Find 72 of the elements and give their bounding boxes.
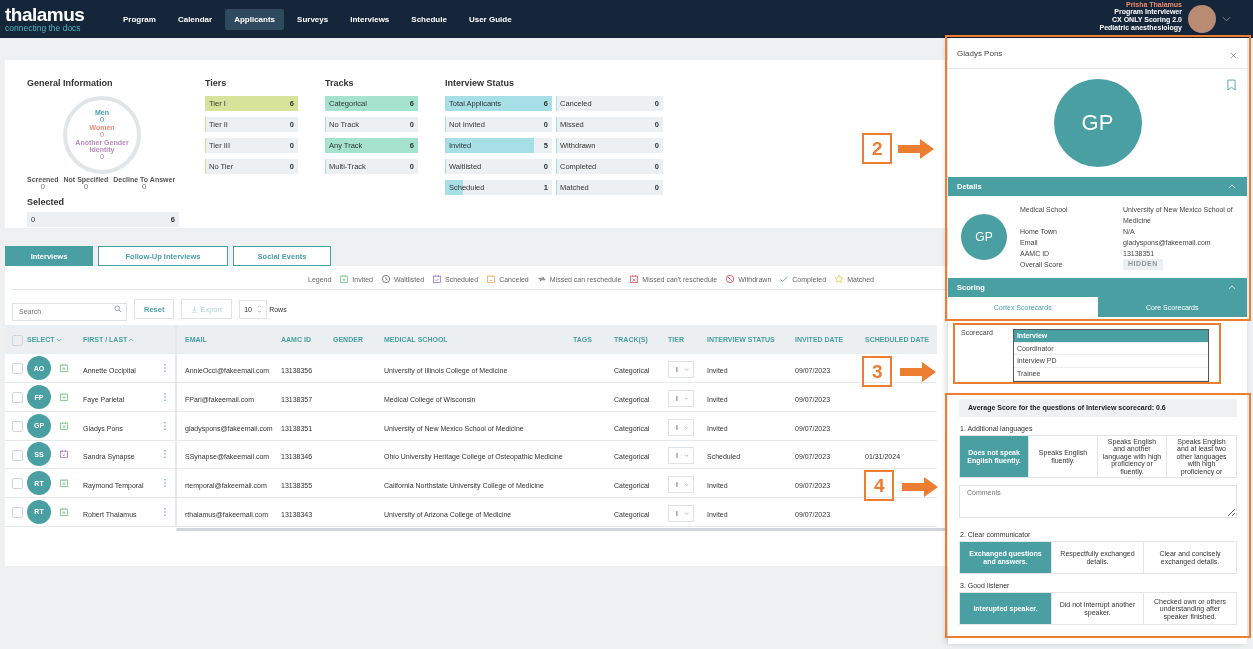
caret-icon <box>683 483 689 487</box>
bookmark-icon[interactable] <box>1227 79 1236 91</box>
checkbox[interactable] <box>12 478 23 490</box>
nav-item[interactable]: Applicants <box>225 8 285 30</box>
prohibited-icon <box>725 274 736 284</box>
calendar-x-icon <box>629 274 640 284</box>
kebab-menu-icon[interactable] <box>163 420 167 431</box>
gender-count: 0 <box>99 131 105 139</box>
calendar-check-icon <box>432 274 443 284</box>
scrollbar[interactable] <box>176 527 946 531</box>
nav-item[interactable]: Interviews <box>341 8 399 30</box>
calendar-plus-icon <box>339 274 350 284</box>
callout-arrow-icon <box>902 477 938 497</box>
nav-item[interactable]: Program <box>114 8 165 30</box>
section-title: Tiers <box>205 78 228 88</box>
callout-number: 4 <box>874 477 885 494</box>
section-title: General Information <box>27 78 114 88</box>
stepper-arrows-icon[interactable] <box>257 304 263 314</box>
checkbox[interactable] <box>12 392 23 404</box>
caret-icon <box>683 425 689 429</box>
kebab-menu-icon[interactable] <box>163 449 167 460</box>
star-icon <box>834 274 845 284</box>
gender-count: 0 <box>99 116 105 124</box>
avatar-initials: GP <box>1053 79 1142 167</box>
calendar-minus-icon <box>486 274 497 284</box>
arrows-icon <box>536 274 547 284</box>
category-count: 0 <box>141 183 147 191</box>
checkbox[interactable] <box>12 421 23 432</box>
callout-arrow-icon <box>898 139 934 159</box>
nav-item[interactable]: User Guide <box>459 8 521 30</box>
checkbox[interactable] <box>12 449 23 461</box>
chevron-up-icon[interactable] <box>1228 285 1236 290</box>
caret-icon <box>683 511 689 515</box>
kebab-menu-icon[interactable] <box>163 392 167 403</box>
gender-count: 0 <box>99 153 105 161</box>
kebab-menu-icon[interactable] <box>163 506 167 517</box>
callout-box <box>862 356 892 387</box>
caret-icon[interactable] <box>55 338 62 342</box>
callout-box <box>864 470 894 501</box>
callout-number: 2 <box>872 140 883 157</box>
nav-item[interactable]: Calendar <box>168 8 222 30</box>
caret-icon[interactable] <box>1222 16 1231 22</box>
checkbox[interactable] <box>12 363 23 375</box>
callout-number: 3 <box>872 363 883 380</box>
checkmark-icon <box>779 274 790 284</box>
panel-title: Gladys Pons <box>957 48 1003 58</box>
checkbox[interactable] <box>12 334 23 346</box>
clock-icon <box>381 274 391 284</box>
section-title: Interview Status <box>445 78 516 88</box>
close-icon[interactable] <box>1230 51 1237 59</box>
category-count: 0 <box>40 183 45 191</box>
kebab-menu-icon[interactable] <box>163 363 167 374</box>
nav-item[interactable]: Surveys <box>288 8 338 30</box>
caret-icon <box>683 368 689 372</box>
caret-icon <box>683 397 689 401</box>
callout-arrow-icon <box>900 362 936 382</box>
logo-tagline: connecting the docs <box>5 23 82 33</box>
category-count: 0 <box>83 183 89 191</box>
search-icon <box>114 305 122 313</box>
section-title: Tracks <box>325 78 355 88</box>
sort-icon[interactable] <box>128 338 135 342</box>
nav-item[interactable]: Schedule <box>402 8 456 30</box>
callout-box <box>862 133 892 164</box>
logo-text[interactable]: thalamus <box>5 5 110 24</box>
chevron-up-icon[interactable] <box>1228 184 1236 189</box>
caret-icon <box>683 454 689 458</box>
avatar-initials: GP <box>961 214 1007 260</box>
kebab-menu-icon[interactable] <box>163 478 167 489</box>
avatar-placeholder[interactable] <box>1188 5 1216 33</box>
section-title: Selected <box>27 197 66 207</box>
checkbox[interactable] <box>12 507 23 519</box>
download-icon <box>191 305 199 313</box>
